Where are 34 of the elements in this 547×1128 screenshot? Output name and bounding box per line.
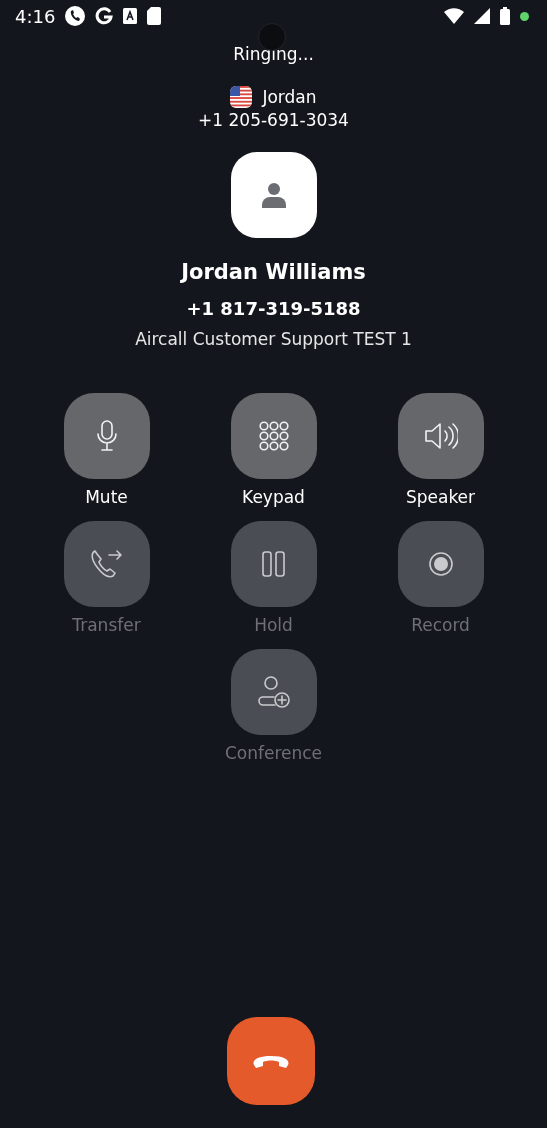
keypad-icon — [258, 421, 289, 451]
action-label: Keypad — [242, 487, 305, 507]
sd-card-icon — [147, 7, 162, 25]
font-icon — [123, 8, 138, 24]
call-action-button[interactable] — [63, 393, 150, 479]
status-time: 4:16 — [15, 5, 56, 27]
contact-number: +1 817-319-5188 — [186, 298, 361, 319]
signal-icon — [474, 8, 490, 24]
add-person-icon — [256, 675, 291, 709]
contact-name: Jordan Williams — [181, 260, 366, 284]
g-logo-icon — [95, 7, 114, 25]
action-label: Transfer — [72, 615, 141, 635]
action-label: Mute — [85, 487, 128, 507]
speaker-icon — [423, 421, 458, 451]
action-label: Conference — [224, 743, 323, 763]
record-icon — [427, 551, 454, 577]
end-call-button[interactable] — [227, 1017, 315, 1105]
action-label: Hold — [254, 615, 293, 635]
status-dot-icon — [520, 11, 529, 21]
pause-icon — [260, 551, 287, 577]
flag-icon — [230, 86, 253, 108]
battery-icon — [500, 7, 510, 25]
line-name: Jordan — [262, 87, 317, 107]
phone-icon — [65, 6, 86, 26]
action-label: Record — [411, 615, 470, 635]
line-number: +1 205-691-3034 — [198, 110, 349, 130]
wifi-icon — [444, 8, 464, 24]
call-action-button[interactable] — [230, 393, 317, 479]
call-status: Ringing... — [233, 44, 314, 64]
microphone-icon — [95, 420, 118, 452]
company-name: Aircall Customer Support TEST 1 — [135, 329, 412, 349]
call-action-button[interactable] — [397, 393, 484, 479]
person-icon — [261, 182, 286, 208]
action-label: Speaker — [405, 487, 476, 507]
